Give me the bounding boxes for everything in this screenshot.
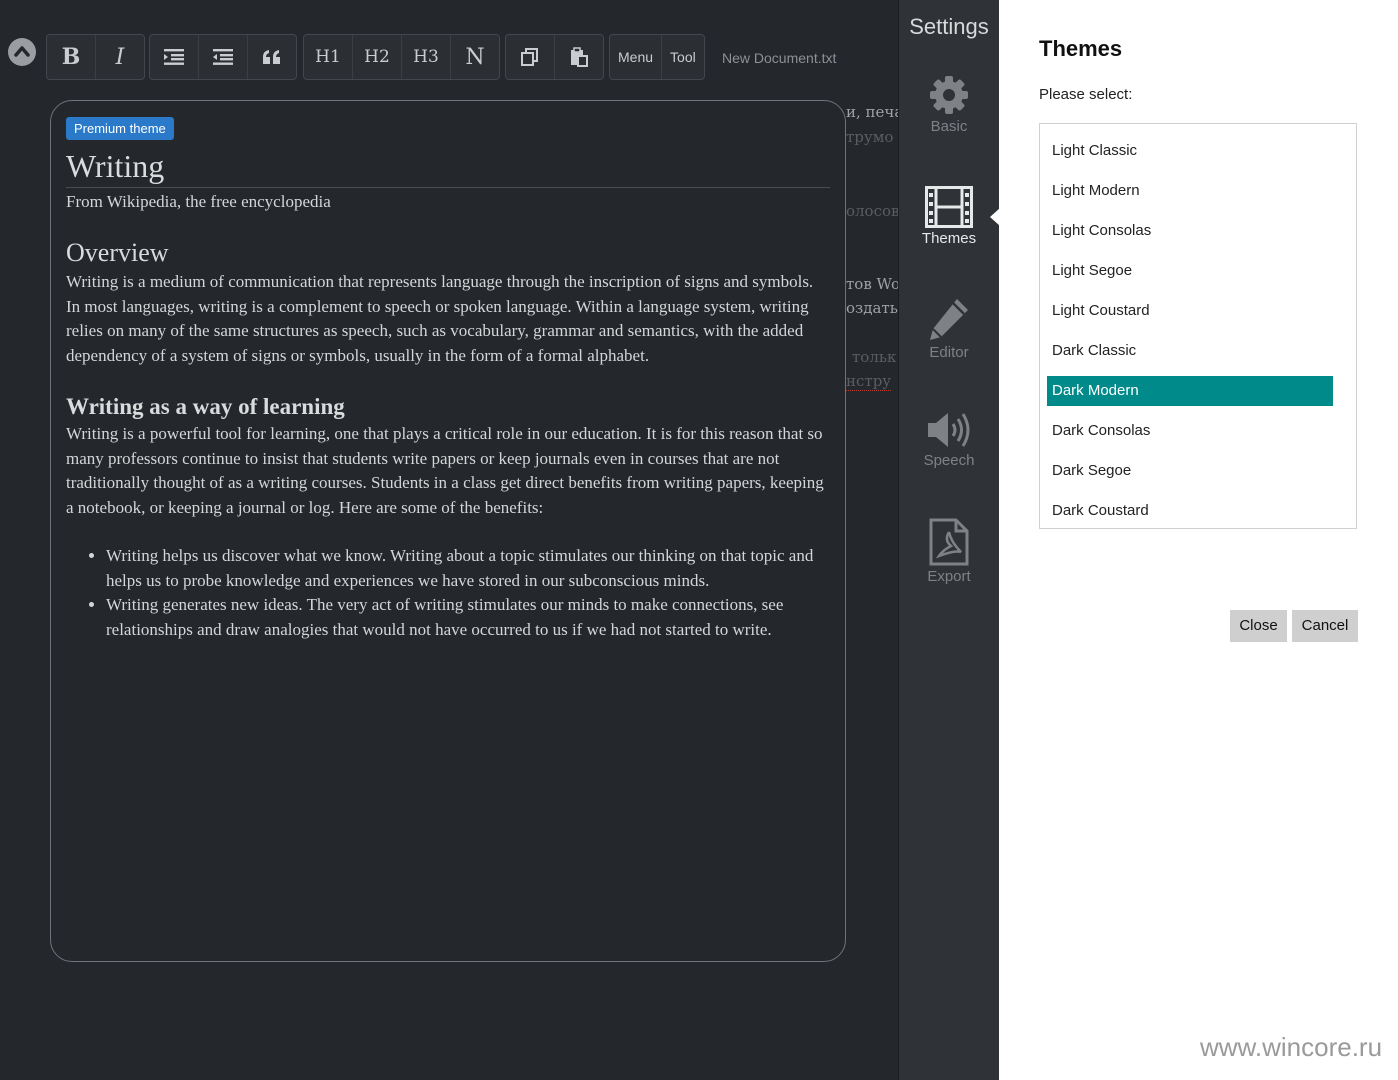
h2-label: H2 xyxy=(364,47,390,67)
formatting-toolbar: B I H1 H2 H3 N Menu Tool New Document.tx… xyxy=(0,30,898,80)
settings-nav-panel: Settings Basic Themes Editor Speech Expo… xyxy=(898,0,1000,1080)
italic-label: I xyxy=(115,44,125,70)
bold-label: B xyxy=(61,44,81,70)
copy-icon xyxy=(521,48,538,66)
theme-option[interactable]: Light Consolas xyxy=(1047,216,1333,246)
menu-tool-group: Menu Tool xyxy=(609,34,705,80)
h2-button[interactable]: H2 xyxy=(353,35,402,79)
nav-basic[interactable]: Basic xyxy=(899,74,999,170)
select-prompt: Please select: xyxy=(1039,86,1133,103)
copy-button[interactable] xyxy=(506,35,555,79)
theme-option[interactable]: Dark Segoe xyxy=(1047,456,1333,486)
h3-button[interactable]: H3 xyxy=(402,35,451,79)
learning-heading: Writing as a way of learning xyxy=(66,394,345,419)
nav-editor[interactable]: Editor xyxy=(899,296,999,392)
editor-area[interactable]: B I H1 H2 H3 N Menu Tool New Document.tx… xyxy=(0,0,898,1080)
theme-option-selected[interactable]: Dark Modern xyxy=(1047,376,1333,406)
outdent-button[interactable] xyxy=(199,35,248,79)
normal-text-button[interactable]: N xyxy=(451,35,499,79)
nav-label: Export xyxy=(927,568,971,585)
themes-title: Themes xyxy=(1039,36,1123,61)
learning-paragraph: Writing is a powerful tool for learning,… xyxy=(66,424,824,517)
speaker-icon xyxy=(928,413,970,447)
theme-option[interactable]: Light Segoe xyxy=(1047,256,1333,286)
nav-speech[interactable]: Speech xyxy=(899,410,999,506)
theme-listbox[interactable]: Light Classic Light Modern Light Consola… xyxy=(1039,123,1357,529)
close-button[interactable]: Close xyxy=(1230,610,1287,642)
theme-option[interactable]: Light Modern xyxy=(1047,176,1333,206)
h3-label: H3 xyxy=(413,47,439,67)
settings-title: Settings xyxy=(909,14,989,39)
watermark: www.wincore.ru xyxy=(1200,1032,1383,1062)
document-name: New Document.txt xyxy=(722,50,837,66)
theme-preview-card: Premium theme Writing From Wikipedia, th… xyxy=(50,100,846,962)
background-text: и, печа xyxy=(846,103,898,121)
paste-button[interactable] xyxy=(555,35,603,79)
gear-icon xyxy=(930,76,968,114)
theme-option[interactable]: Dark Classic xyxy=(1047,336,1333,366)
theme-option[interactable]: Light Classic xyxy=(1047,136,1333,166)
nav-label: Themes xyxy=(921,230,977,247)
theme-option[interactable]: Dark Coustard xyxy=(1047,496,1333,526)
background-text: трумо xyxy=(846,128,894,146)
background-text: тольк xyxy=(852,348,897,366)
paragraph-group xyxy=(149,34,297,80)
background-text: олосов xyxy=(846,202,898,220)
indent-button[interactable] xyxy=(150,35,199,79)
collapse-toolbar-icon[interactable] xyxy=(8,38,36,66)
benefits-list: Writing helps us discover what we know. … xyxy=(66,544,830,642)
theme-option[interactable]: Light Coustard xyxy=(1047,296,1333,326)
clipboard-group xyxy=(505,34,604,80)
quote-button[interactable] xyxy=(248,35,296,79)
pencil-icon xyxy=(930,299,968,340)
indent-icon xyxy=(164,49,184,65)
menu-button[interactable]: Menu xyxy=(610,35,663,79)
list-item: Writing generates new ideas. The very ac… xyxy=(106,593,830,642)
nav-label: Speech xyxy=(923,452,975,469)
background-text: нстру xyxy=(846,372,892,391)
paste-icon xyxy=(571,47,588,67)
text-style-group: B I xyxy=(46,34,145,80)
background-text: оздать xyxy=(846,299,898,317)
list-item: Writing helps us discover what we know. … xyxy=(106,544,830,593)
heading-group: H1 H2 H3 N xyxy=(303,34,500,80)
h1-button[interactable]: H1 xyxy=(304,35,353,79)
overview-heading: Overview xyxy=(66,238,169,267)
overview-paragraph: Writing is a medium of communication tha… xyxy=(66,272,814,365)
background-text: тов Wo xyxy=(846,275,898,293)
bold-button[interactable]: B xyxy=(47,35,96,79)
nav-export[interactable]: Export xyxy=(899,518,999,614)
quote-icon xyxy=(263,50,280,64)
nav-themes[interactable]: Themes xyxy=(899,186,1000,282)
cancel-button[interactable]: Cancel xyxy=(1292,610,1358,642)
pdf-icon xyxy=(929,518,969,566)
outdent-icon xyxy=(213,49,233,65)
h1-label: H1 xyxy=(315,47,341,67)
preview-subtitle: From Wikipedia, the free encyclopedia xyxy=(66,192,331,211)
tool-button[interactable]: Tool xyxy=(662,35,704,79)
preview-title: Writing xyxy=(66,148,830,188)
italic-button[interactable]: I xyxy=(96,35,144,79)
nav-label: Editor xyxy=(929,344,969,361)
themes-panel: Themes Please select: Light Classic Ligh… xyxy=(999,0,1398,1080)
normal-label: N xyxy=(465,44,485,70)
film-icon xyxy=(925,186,973,228)
premium-badge: Premium theme xyxy=(66,117,174,140)
theme-option[interactable]: Dark Consolas xyxy=(1047,416,1333,446)
nav-label: Basic xyxy=(930,118,968,135)
